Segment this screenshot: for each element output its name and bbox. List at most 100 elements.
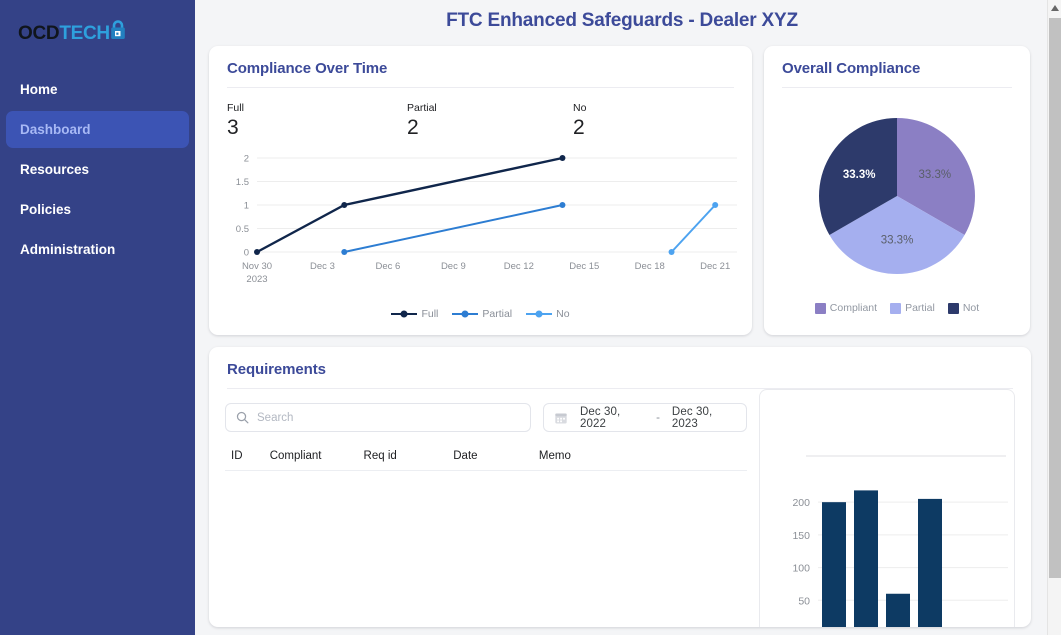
svg-text:0.5: 0.5 [236,224,249,235]
svg-text:Nov 30: Nov 30 [242,261,272,272]
legend-item-compliant[interactable]: Compliant [814,302,878,314]
table-header-row: ID Compliant Req id Date Memo [225,442,747,471]
legend-swatch-full [391,312,418,316]
svg-text:Dec 3: Dec 3 [310,261,335,272]
column-header-id[interactable]: ID [225,442,264,471]
logo-text-ocd: OCD [18,23,60,44]
requirements-card: Requirements Search Dec 30, 2022 - Dec 3… [209,347,1031,627]
kpi-no: No 2 [573,102,586,141]
bar-chart-svg: 50 100 150 200 [792,455,1008,627]
legend-label-not: Not [962,302,980,314]
sidebar: OCD TECH Home Dashboard Resources Policie… [0,0,195,635]
svg-text:33.3%: 33.3% [919,169,952,181]
svg-text:200: 200 [792,497,810,509]
kpi-full-label: Full [227,102,244,114]
compliance-over-time-card: Compliance Over Time Full 3 Partial 2 No… [209,46,752,335]
page-title: FTC Enhanced Safeguards - Dealer XYZ [446,10,798,31]
kpi-partial-value: 2 [407,115,419,139]
requirements-table: ID Compliant Req id Date Memo [225,442,747,471]
sidebar-item-policies[interactable]: Policies [6,191,189,228]
scrollbar-thumb[interactable] [1049,18,1061,578]
legend-label-no: No [556,308,570,320]
column-header-date[interactable]: Date [447,442,533,471]
legend-swatch-partial [890,302,902,314]
page-scrollbar[interactable] [1047,0,1061,635]
legend-label-partial: Partial [482,308,513,320]
legend-item-full[interactable]: Full [391,308,438,320]
pie-chart-legend: Compliant Partial Not [764,286,1030,314]
search-placeholder: Search [257,411,294,424]
pie-chart-svg: 33.3% 33.3% 33.3% [819,118,975,274]
bar-chart-pane[interactable]: 50 100 150 200 [759,389,1015,627]
legend-swatch-partial [452,312,479,316]
sidebar-item-home[interactable]: Home [6,71,189,108]
legend-item-no[interactable]: No [526,308,570,320]
sidebar-item-resources[interactable]: Resources [6,151,189,188]
requirements-body: Search Dec 30, 2022 - Dec 30, 2023 ID Co… [209,389,1031,627]
svg-text:100: 100 [792,563,810,575]
logo-text: OCD TECH [18,20,128,44]
kpi-no-value: 2 [573,115,585,139]
svg-text:150: 150 [792,530,810,542]
svg-text:Dec 6: Dec 6 [375,261,400,272]
logo-text-tech: TECH [59,23,110,44]
pie-chart[interactable]: 33.3% 33.3% 33.3% [764,88,1030,286]
svg-text:1.5: 1.5 [236,177,249,188]
app-root: OCD TECH Home Dashboard Resources Policie… [0,0,1061,635]
date-range-picker[interactable]: Dec 30, 2022 - Dec 30, 2023 [543,403,747,432]
sidebar-item-administration[interactable]: Administration [6,231,189,268]
padlock-icon [108,19,128,41]
calendar-icon [554,411,568,425]
scroll-up-arrow-icon[interactable] [1048,0,1061,16]
svg-text:1: 1 [244,201,249,212]
app-logo[interactable]: OCD TECH [0,18,195,63]
sidebar-item-dashboard[interactable]: Dashboard [6,111,189,148]
legend-swatch-compliant [814,302,826,314]
line-chart-legend: Full Partial No [209,308,752,320]
legend-label-compliant: Compliant [829,302,878,314]
legend-label-partial: Partial [905,302,935,314]
line-chart-svg: 0 0.5 1 1.5 2 Nov 30 2023 Dec 3 Dec 6 Dec 9 Dec 12… [236,154,737,285]
column-header-memo[interactable]: Memo [532,442,747,471]
svg-text:Dec 21: Dec 21 [700,261,730,272]
svg-text:2023: 2023 [246,274,267,285]
legend-swatch-no [526,312,553,316]
table-header: ID Compliant Req id Date Memo [225,442,747,471]
overall-compliance-card: Overall Compliance 33.3% 33.3% 33.3% Compl… [764,46,1030,335]
svg-text:33.3%: 33.3% [881,235,914,247]
kpi-no-label: No [573,102,587,114]
date-range-end: Dec 30, 2023 [671,405,713,430]
search-icon [236,411,249,424]
kpi-full: Full 3 [227,102,244,141]
line-chart[interactable]: 0 0.5 1 1.5 2 Nov 30 2023 Dec 3 Dec 6 Dec 9 Dec 12… [209,144,752,324]
column-header-compliant[interactable]: Compliant [263,442,358,471]
kpi-partial: Partial 2 [407,102,437,141]
charts-row: Compliance Over Time Full 3 Partial 2 No… [209,46,1035,335]
requirements-table-pane: Search Dec 30, 2022 - Dec 30, 2023 ID Co… [225,389,747,627]
kpi-row: Full 3 Partial 2 No 2 [209,88,752,144]
sidebar-nav: Home Dashboard Resources Policies Admini… [0,63,195,268]
legend-item-partial[interactable]: Partial [452,308,512,320]
date-range-start: Dec 30, 2022 [580,405,621,430]
kpi-partial-label: Partial [407,102,437,114]
svg-text:Dec 12: Dec 12 [504,261,534,272]
requirements-filters: Search Dec 30, 2022 - Dec 30, 2023 [225,389,747,442]
svg-text:Dec 9: Dec 9 [441,261,466,272]
main-content: FTC Enhanced Safeguards - Dealer XYZ Com… [195,0,1061,635]
legend-item-partial[interactable]: Partial [890,302,935,314]
search-input[interactable]: Search [225,403,531,432]
requirements-title: Requirements [227,361,326,378]
date-range-separator: - [656,411,660,424]
compliance-over-time-title: Compliance Over Time [227,60,388,77]
svg-text:50: 50 [798,595,810,607]
svg-text:Dec 15: Dec 15 [569,261,599,272]
svg-text:Dec 18: Dec 18 [635,261,665,272]
svg-text:2: 2 [244,154,249,165]
legend-swatch-not [947,302,959,314]
legend-label-full: Full [421,308,439,320]
column-header-req-id[interactable]: Req id [357,442,448,471]
svg-text:33.3%: 33.3% [843,169,876,181]
kpi-full-value: 3 [227,115,239,139]
svg-text:0: 0 [244,248,249,259]
legend-item-not[interactable]: Not [947,302,980,314]
